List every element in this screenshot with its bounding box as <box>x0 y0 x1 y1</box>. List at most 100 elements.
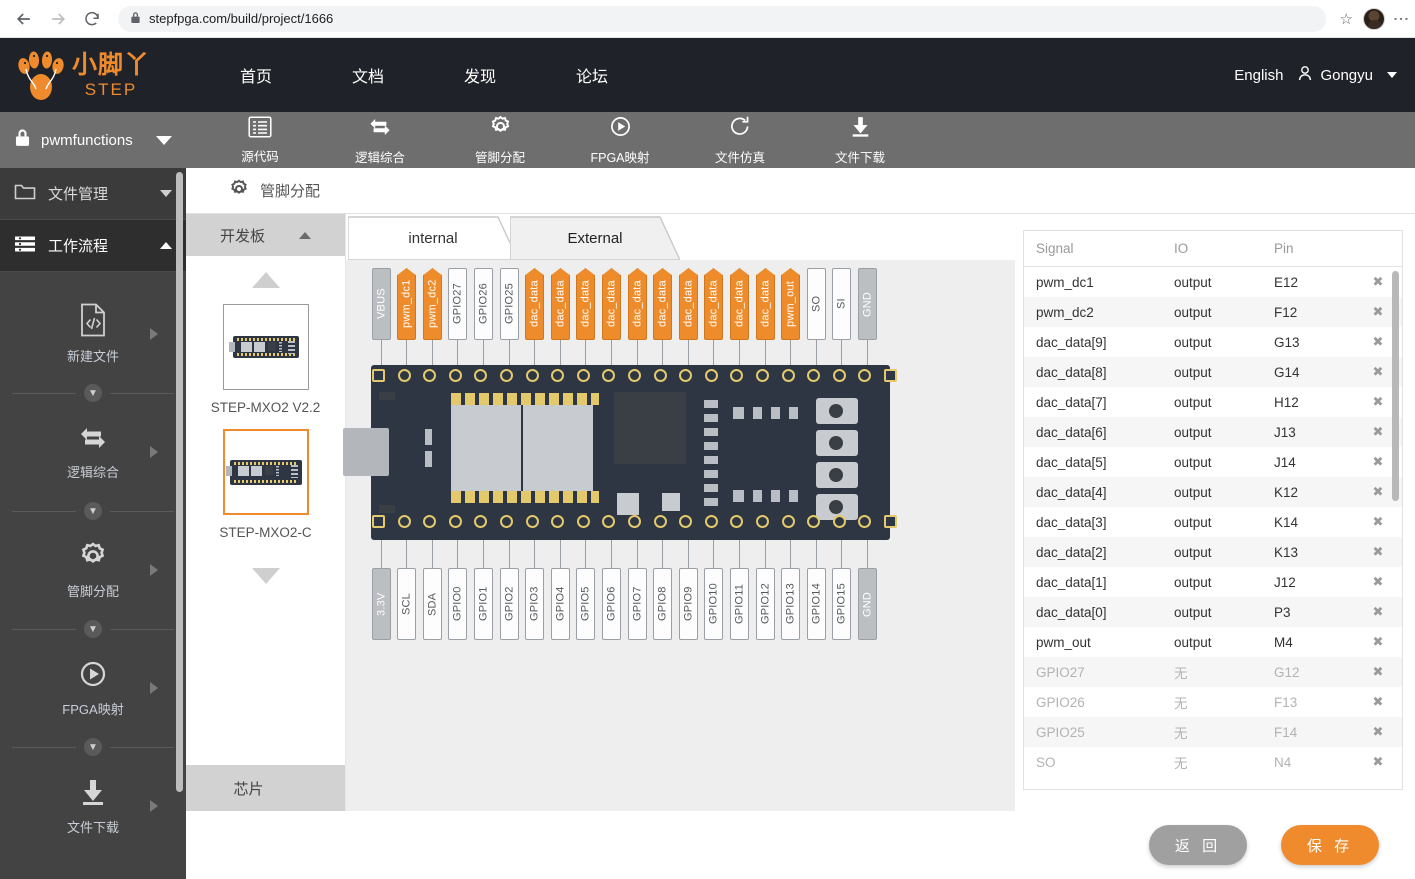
pcb-hole[interactable] <box>730 369 744 382</box>
pcb-hole[interactable] <box>653 515 667 528</box>
pcb-hole[interactable] <box>372 515 385 528</box>
top-pin-dac_data[interactable]: dac_data <box>679 260 698 368</box>
remove-row-button[interactable]: ✖ <box>1354 694 1402 710</box>
toolbar-item-synthesis[interactable]: 逻辑综合 <box>320 115 440 166</box>
top-pin-SI[interactable]: SI <box>832 260 852 368</box>
table-row[interactable]: dac_data[1] output J12 ✖ <box>1024 567 1402 597</box>
top-pin-dac_data[interactable]: dac_data <box>628 260 647 368</box>
workflow-item-new-file[interactable]: 新建文件 <box>0 286 186 382</box>
brand-logo-block[interactable]: 小脚丫 STEP <box>0 49 200 101</box>
push-button-2[interactable] <box>816 430 858 456</box>
table-row[interactable]: dac_data[6] output J13 ✖ <box>1024 417 1402 447</box>
top-pin-dac_data[interactable]: dac_data <box>756 260 775 368</box>
pcb-hole[interactable] <box>448 515 462 528</box>
remove-row-button[interactable]: ✖ <box>1354 724 1402 740</box>
chevron-up-icon[interactable] <box>299 231 311 239</box>
top-pin-GPIO26[interactable]: GPIO26 <box>473 260 493 368</box>
nav-home[interactable]: 首页 <box>200 63 312 87</box>
table-row[interactable]: GPIO27 无 G12 ✖ <box>1024 657 1402 687</box>
pcb-hole[interactable] <box>704 369 718 382</box>
bottom-pin-GPIO2[interactable]: GPIO2 <box>499 538 519 640</box>
pcb-hole[interactable] <box>397 369 411 382</box>
chevron-up-icon[interactable] <box>160 242 172 249</box>
pcb-hole[interactable] <box>807 515 821 528</box>
reload-icon[interactable] <box>78 5 106 33</box>
bottom-pin-GPIO11[interactable]: GPIO11 <box>729 538 749 640</box>
pcb-hole[interactable] <box>756 515 769 528</box>
table-row[interactable]: dac_data[9] output G13 ✖ <box>1024 327 1402 357</box>
nav-discover[interactable]: 发现 <box>424 63 536 87</box>
bottom-pin-SCL[interactable]: SCL <box>397 538 417 640</box>
bottom-pin-GND[interactable]: GND <box>857 538 877 640</box>
board-option-step-mxo2-c[interactable] <box>222 429 309 515</box>
top-pin-GND[interactable]: GND <box>857 260 877 368</box>
workflow-item-pin-assignment[interactable]: 管脚分配 <box>0 522 186 618</box>
pcb-hole[interactable] <box>397 515 411 528</box>
workflow-item-synthesis[interactable]: 逻辑综合 <box>0 404 186 500</box>
remove-row-button[interactable]: ✖ <box>1354 604 1402 620</box>
pcb-hole[interactable] <box>832 369 846 382</box>
bottom-pin-GPIO0[interactable]: GPIO0 <box>448 538 468 640</box>
top-pin-pwm_dc2[interactable]: pwm_dc2 <box>423 260 442 368</box>
remove-row-button[interactable]: ✖ <box>1354 574 1402 590</box>
pcb-hole[interactable] <box>781 515 795 528</box>
back-arrow-icon[interactable] <box>10 5 38 33</box>
remove-row-button[interactable]: ✖ <box>1354 754 1402 770</box>
pcb-hole[interactable] <box>704 515 718 528</box>
pcb-hole[interactable] <box>474 515 488 528</box>
pcb-hole[interactable] <box>628 369 641 382</box>
pcb-hole[interactable] <box>756 369 769 382</box>
remove-row-button[interactable]: ✖ <box>1354 544 1402 560</box>
pcb-hole[interactable] <box>423 369 437 382</box>
bottom-pin-GPIO4[interactable]: GPIO4 <box>550 538 570 640</box>
chevron-right-icon[interactable] <box>150 328 158 340</box>
top-pin-GPIO27[interactable]: GPIO27 <box>448 260 468 368</box>
bottom-pin-GPIO6[interactable]: GPIO6 <box>601 538 621 640</box>
bottom-pin-GPIO5[interactable]: GPIO5 <box>576 538 596 640</box>
pcb-hole[interactable] <box>423 515 437 528</box>
pcb-hole[interactable] <box>679 515 693 528</box>
user-menu[interactable]: Gongyu <box>1297 65 1373 86</box>
bottom-pin-GPIO14[interactable]: GPIO14 <box>806 538 826 640</box>
chip-panel-header[interactable]: 芯片 <box>186 765 345 811</box>
pcb-hole[interactable] <box>525 515 539 528</box>
pcb-hole[interactable] <box>858 515 872 528</box>
tab-internal[interactable]: internal <box>348 216 518 260</box>
table-row[interactable]: GPIO26 无 F13 ✖ <box>1024 687 1402 717</box>
chevron-down-icon[interactable] <box>160 190 172 197</box>
remove-row-button[interactable]: ✖ <box>1354 634 1402 650</box>
toolbar-item-fpga-mapping[interactable]: FPGA映射 <box>560 114 680 166</box>
sidebar-item-file-management[interactable]: 文件管理 <box>0 168 186 220</box>
table-row[interactable]: dac_data[4] output K12 ✖ <box>1024 477 1402 507</box>
kebab-menu-icon[interactable]: ⋮ <box>1392 11 1409 27</box>
nav-docs[interactable]: 文档 <box>312 63 424 87</box>
scroll-up-arrow-icon[interactable] <box>251 272 280 288</box>
top-pin-dac_data[interactable]: dac_data <box>730 260 749 368</box>
workflow-item-download[interactable]: 文件下载 <box>0 758 186 854</box>
tab-external[interactable]: External <box>510 216 680 260</box>
bottom-pin-GPIO10[interactable]: GPIO10 <box>704 538 724 640</box>
table-row[interactable]: pwm_out output M4 ✖ <box>1024 627 1402 657</box>
pcb-hole[interactable] <box>551 369 565 382</box>
address-bar[interactable]: stepfpga.com/build/project/1666 <box>118 5 1326 32</box>
top-pin-dac_data[interactable]: dac_data <box>551 260 570 368</box>
bottom-pin-GPIO9[interactable]: GPIO9 <box>678 538 698 640</box>
pcb-hole[interactable] <box>474 369 488 382</box>
pcb-hole[interactable] <box>576 369 590 382</box>
pcb-hole[interactable] <box>628 515 641 528</box>
sidebar-item-workflow[interactable]: 工作流程 <box>0 220 186 272</box>
bottom-pin-GPIO3[interactable]: GPIO3 <box>525 538 545 640</box>
table-row[interactable]: GPIO25 无 F14 ✖ <box>1024 717 1402 747</box>
table-row[interactable]: pwm_dc1 output E12 ✖ <box>1024 267 1402 297</box>
back-button[interactable]: 返 回 <box>1149 825 1247 865</box>
pcb-hole[interactable] <box>653 369 667 382</box>
save-button[interactable]: 保 存 <box>1281 825 1379 865</box>
pcb-hole[interactable] <box>679 369 693 382</box>
bottom-pin-GPIO1[interactable]: GPIO1 <box>473 538 493 640</box>
bottom-pin-GPIO7[interactable]: GPIO7 <box>627 538 647 640</box>
chevron-right-icon[interactable] <box>150 564 158 576</box>
pcb-hole[interactable] <box>551 515 565 528</box>
toolbar-item-simulation[interactable]: 文件仿真 <box>680 114 800 166</box>
pcb-hole[interactable] <box>372 369 385 382</box>
star-icon[interactable]: ☆ <box>1340 10 1353 28</box>
